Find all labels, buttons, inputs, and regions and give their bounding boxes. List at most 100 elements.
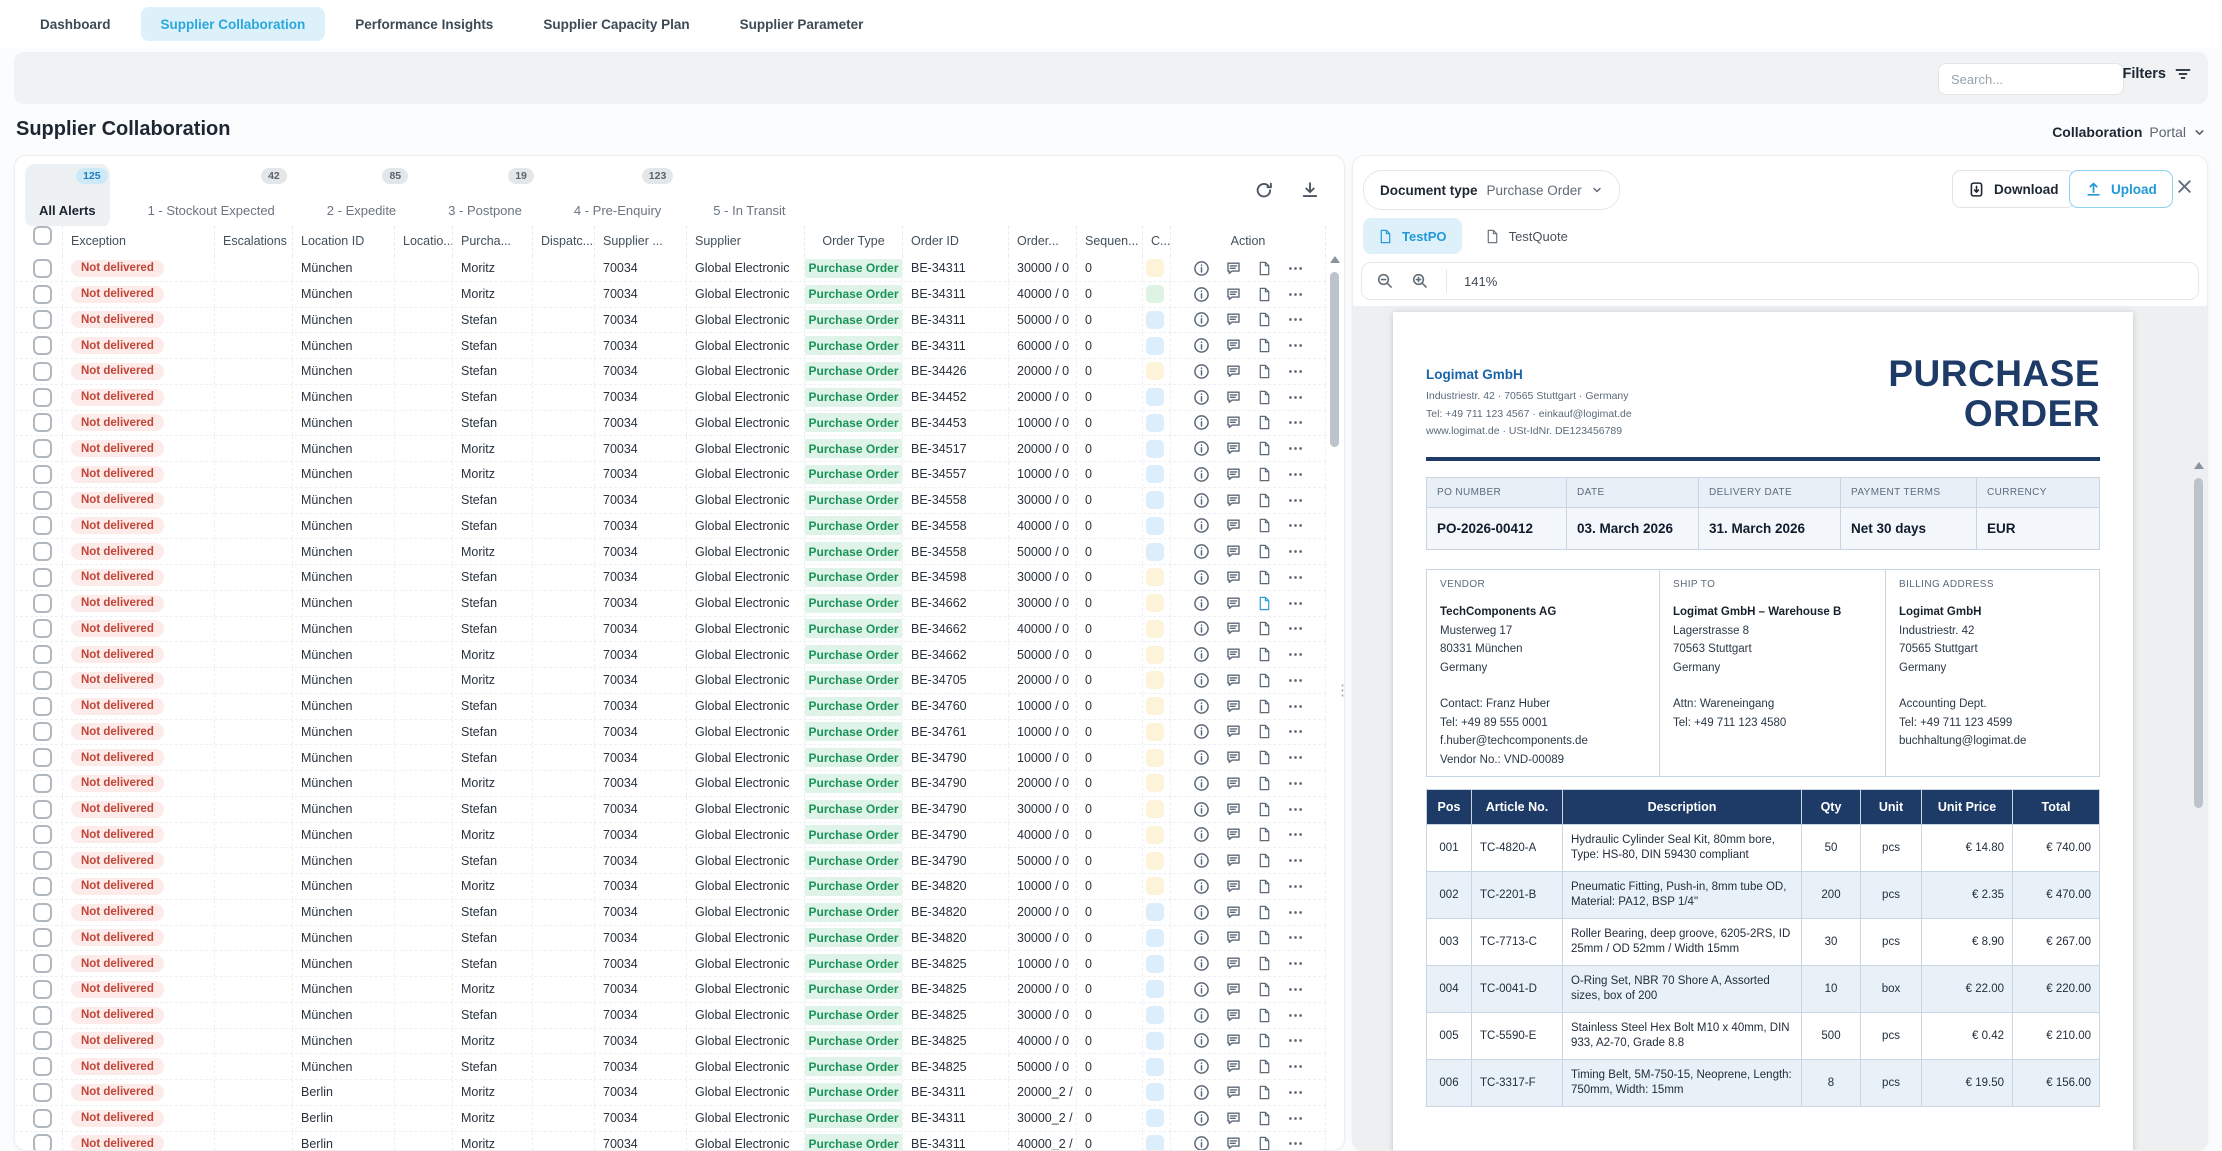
document-icon[interactable] [1257,286,1272,303]
row-checkbox[interactable] [33,516,52,535]
more-actions-icon[interactable] [1287,1058,1304,1075]
more-actions-icon[interactable] [1287,878,1304,895]
row-checkbox[interactable] [33,619,52,638]
alert-tab-1[interactable]: 421 - Stockout Expected [134,164,289,228]
more-actions-icon[interactable] [1287,801,1304,818]
document-icon[interactable] [1257,878,1272,895]
info-icon[interactable] [1193,904,1210,921]
table-row[interactable]: Not deliveredMünchenStefan70034Global El… [15,565,1326,591]
row-checkbox[interactable] [33,1031,52,1050]
comment-icon[interactable] [1225,775,1242,792]
info-icon[interactable] [1193,852,1210,869]
document-icon[interactable] [1257,595,1272,612]
info-icon[interactable] [1193,569,1210,586]
table-row[interactable]: Not deliveredMünchenMoritz70034Global El… [15,539,1326,565]
comment-icon[interactable] [1225,620,1242,637]
table-row[interactable]: Not deliveredMünchenMoritz70034Global El… [15,771,1326,797]
more-actions-icon[interactable] [1287,569,1304,586]
row-checkbox[interactable] [33,980,52,999]
document-icon[interactable] [1257,1084,1272,1101]
comment-icon[interactable] [1225,646,1242,663]
table-row[interactable]: Not deliveredMünchenMoritz70034Global El… [15,436,1326,462]
row-checkbox[interactable] [33,774,52,793]
table-row[interactable]: Not deliveredMünchenMoritz70034Global El… [15,668,1326,694]
more-actions-icon[interactable] [1287,337,1304,354]
viewer-scrollbar[interactable] [2193,462,2205,1148]
comment-icon[interactable] [1225,904,1242,921]
table-row[interactable]: Not deliveredMünchenStefan70034Global El… [15,745,1326,771]
more-actions-icon[interactable] [1287,955,1304,972]
document-icon[interactable] [1257,311,1272,328]
document-icon[interactable] [1257,801,1272,818]
info-icon[interactable] [1193,1135,1210,1150]
row-checkbox[interactable] [33,594,52,613]
row-checkbox[interactable] [33,1109,52,1128]
info-icon[interactable] [1193,543,1210,560]
table-row[interactable]: Not deliveredMünchenStefan70034Global El… [15,385,1326,411]
portal-selector[interactable]: Collaboration Portal [2052,124,2206,140]
table-row[interactable]: Not deliveredMünchenMoritz70034Global El… [15,256,1326,282]
more-actions-icon[interactable] [1287,492,1304,509]
document-icon[interactable] [1257,337,1272,354]
comment-icon[interactable] [1225,801,1242,818]
comment-icon[interactable] [1225,1058,1242,1075]
more-actions-icon[interactable] [1287,826,1304,843]
info-icon[interactable] [1193,1007,1210,1024]
doc-tab-testquote[interactable]: TestQuote [1470,218,1583,254]
comment-icon[interactable] [1225,286,1242,303]
row-checkbox[interactable] [33,748,52,767]
table-row[interactable]: Not deliveredMünchenStefan70034Global El… [15,720,1326,746]
table-row[interactable]: Not deliveredMünchenStefan70034Global El… [15,308,1326,334]
refresh-icon[interactable] [1254,180,1274,200]
nav-tab-0[interactable]: Dashboard [20,7,131,41]
info-icon[interactable] [1193,1110,1210,1127]
document-icon[interactable] [1257,723,1272,740]
document-icon[interactable] [1257,1135,1272,1150]
document-icon[interactable] [1257,543,1272,560]
more-actions-icon[interactable] [1287,389,1304,406]
comment-icon[interactable] [1225,749,1242,766]
alert-tab-2[interactable]: 852 - Expedite [313,164,410,228]
document-icon[interactable] [1257,466,1272,483]
table-row[interactable]: Not deliveredMünchenStefan70034Global El… [15,1003,1326,1029]
download-button[interactable]: Download [1952,170,2075,208]
table-scrollbar-thumb[interactable] [1330,272,1339,447]
document-icon[interactable] [1257,852,1272,869]
info-icon[interactable] [1193,801,1210,818]
table-download-icon[interactable] [1300,180,1320,200]
nav-tab-4[interactable]: Supplier Parameter [720,7,884,41]
more-actions-icon[interactable] [1287,672,1304,689]
search-input[interactable] [1938,63,2124,95]
row-checkbox[interactable] [33,568,52,587]
alert-tab-0[interactable]: 125All Alerts [25,164,110,228]
more-actions-icon[interactable] [1287,723,1304,740]
comment-icon[interactable] [1225,517,1242,534]
comment-icon[interactable] [1225,1135,1242,1150]
alert-tab-3[interactable]: 193 - Postpone [434,164,536,228]
table-row[interactable]: Not deliveredMünchenMoritz70034Global El… [15,874,1326,900]
info-icon[interactable] [1193,286,1210,303]
table-row[interactable]: Not deliveredMünchenMoritz70034Global El… [15,462,1326,488]
info-icon[interactable] [1193,723,1210,740]
comment-icon[interactable] [1225,595,1242,612]
document-icon[interactable] [1257,955,1272,972]
table-row[interactable]: Not deliveredBerlinMoritz70034Global Ele… [15,1106,1326,1132]
comment-icon[interactable] [1225,929,1242,946]
document-icon[interactable] [1257,440,1272,457]
document-icon[interactable] [1257,389,1272,406]
row-checkbox[interactable] [33,1057,52,1076]
table-row[interactable]: Not deliveredMünchenMoritz70034Global El… [15,282,1326,308]
more-actions-icon[interactable] [1287,929,1304,946]
comment-icon[interactable] [1225,1007,1242,1024]
info-icon[interactable] [1193,466,1210,483]
row-checkbox[interactable] [33,645,52,664]
row-checkbox[interactable] [33,285,52,304]
row-checkbox[interactable] [33,877,52,896]
info-icon[interactable] [1193,595,1210,612]
comment-icon[interactable] [1225,543,1242,560]
row-checkbox[interactable] [33,1134,52,1150]
more-actions-icon[interactable] [1287,775,1304,792]
document-icon[interactable] [1257,569,1272,586]
row-checkbox[interactable] [33,954,52,973]
comment-icon[interactable] [1225,337,1242,354]
